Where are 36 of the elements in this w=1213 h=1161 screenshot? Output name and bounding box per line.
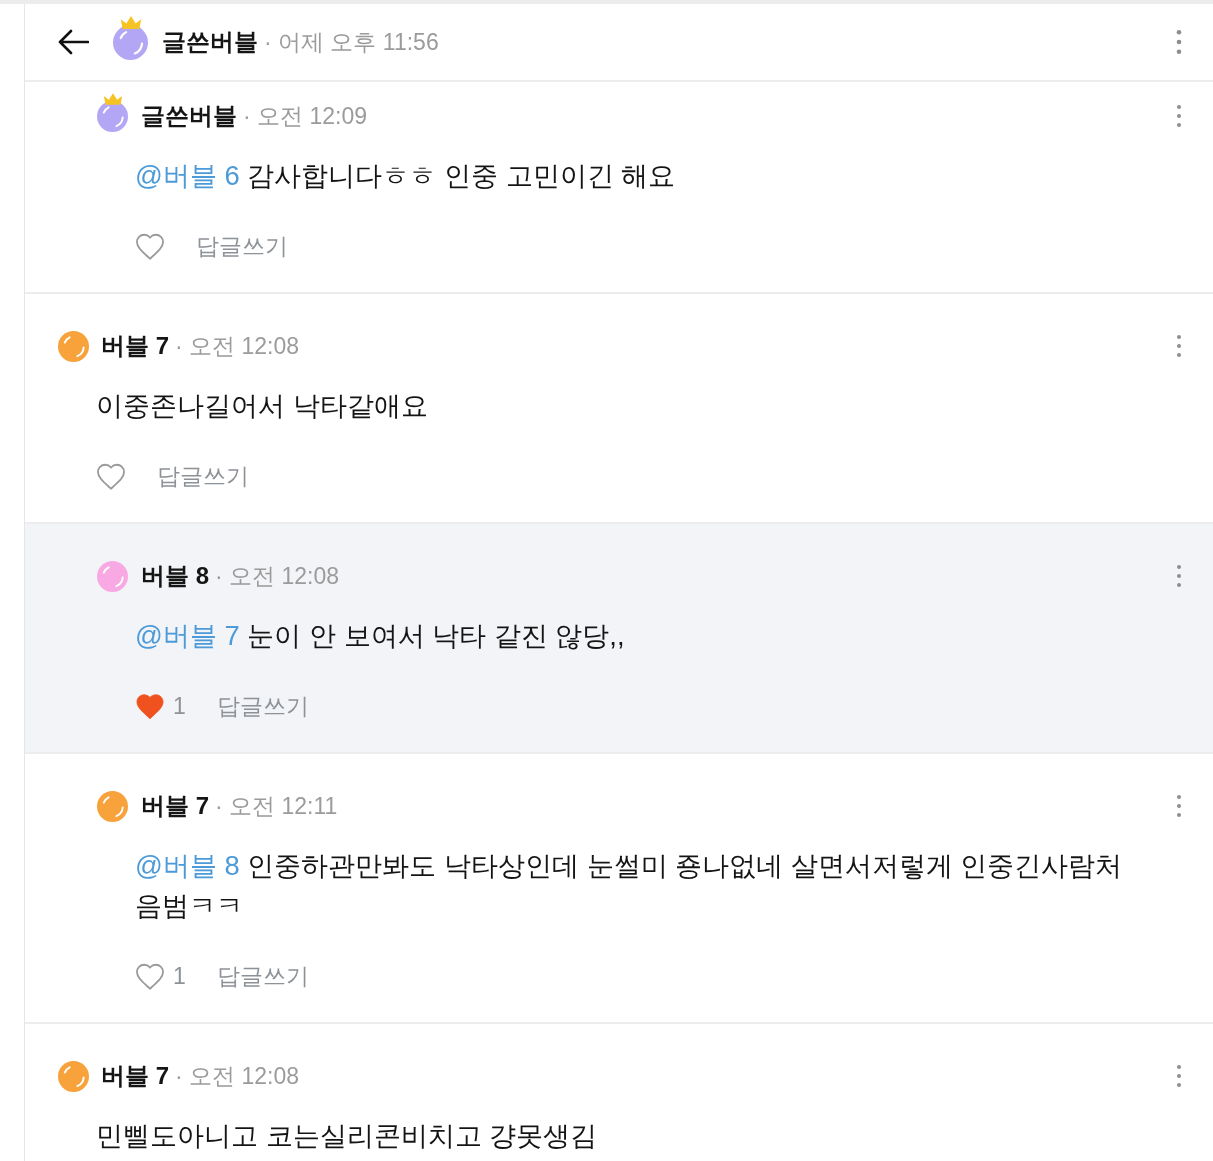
crown-icon <box>119 15 142 29</box>
comment-author: 버블 8 <box>141 561 209 591</box>
comment-time: · 오전 12:11 <box>215 791 338 821</box>
reply-button[interactable]: 답글쓰기 <box>196 230 288 262</box>
comment-time: · 오전 12:09 <box>243 101 367 131</box>
comment-author: 버블 7 <box>101 1061 169 1091</box>
more-icon[interactable] <box>1176 565 1182 587</box>
comment-text: @버블 6 감사합니다ㅎㅎ 인중 고민이긴 해요 <box>135 159 677 193</box>
mention-link[interactable]: @버블 8 <box>135 850 240 881</box>
post-time: · 어제 오후 11:56 <box>264 27 439 57</box>
more-icon[interactable] <box>1176 335 1182 357</box>
like-button[interactable]: 1 <box>135 692 186 720</box>
more-icon[interactable] <box>1176 1065 1182 1087</box>
comment-text: 이중존나길어서 낙타같애요 <box>96 389 429 423</box>
comment-time: · 오전 12:08 <box>215 561 339 591</box>
heart-icon[interactable] <box>96 462 126 490</box>
mention-link[interactable]: @버블 7 <box>135 620 240 651</box>
post-author: 글쓴버블 <box>162 27 258 57</box>
reply-button[interactable]: 답글쓰기 <box>216 960 309 992</box>
reply-button[interactable]: 답글쓰기 <box>157 460 249 492</box>
like-button[interactable]: 1 <box>135 962 186 990</box>
more-icon[interactable] <box>1176 105 1182 127</box>
comment-time: · 오전 12:08 <box>175 1061 299 1091</box>
heart-icon[interactable] <box>135 232 165 260</box>
back-icon[interactable] <box>57 29 89 55</box>
comment-text: @버블 8 인중하관만봐도 낙타상인데 눈썰미 죵나없네 살면서저렇게 인중긴사람처음범ㅋㅋ <box>135 849 1124 923</box>
comment-author: 버블 7 <box>101 331 169 361</box>
reply-button[interactable]: 답글쓰기 <box>216 690 309 722</box>
comment-time: · 오전 12:08 <box>175 331 299 361</box>
more-icon[interactable] <box>1176 795 1182 817</box>
mention-link[interactable]: @버블 6 <box>135 160 240 191</box>
comment-text: 민삘도아니고 코는실리콘비치고 걍못생김 <box>96 1119 599 1153</box>
comment-author: 글쓴버블 <box>141 101 237 131</box>
comment-author: 버블 7 <box>141 791 209 821</box>
more-icon[interactable] <box>1176 30 1182 54</box>
comment-text: @버블 7 눈이 안 보여서 낙타 같진 않당,, <box>135 619 626 653</box>
